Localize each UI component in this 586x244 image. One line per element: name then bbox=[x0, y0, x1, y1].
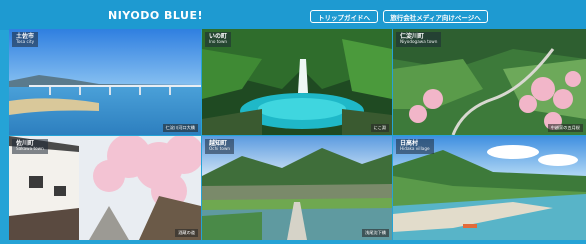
tile-label: いの町 Ino town bbox=[205, 32, 232, 47]
municipality-grid: 土佐市 Tosa city 仁淀川河口大橋 いの町 Ino town にこ淵 仁… bbox=[9, 29, 586, 240]
tile-label: 佐川町 Sakawa town bbox=[12, 139, 48, 154]
municipality-name-en: Ino town bbox=[209, 39, 228, 45]
municipality-name-en: Niyodogawa town bbox=[400, 39, 438, 45]
tile-niyodogawa-town[interactable]: 仁淀川町 Niyodogawa town 中越家の五月桜 bbox=[393, 29, 586, 135]
municipality-name-en: Hidaka village bbox=[400, 146, 430, 152]
municipality-name-en: Ochi town bbox=[209, 146, 231, 152]
tile-label: 日高村 Hidaka village bbox=[396, 139, 434, 154]
municipality-name-en: Sakawa town bbox=[16, 146, 44, 152]
spot-caption: 浅尾沈下橋 bbox=[362, 229, 389, 237]
site-header: NIYODO BLUE! トリップガイドへ 旅行会社メディア向けページへ bbox=[0, 0, 586, 30]
spot-caption: 仁淀川河口大橋 bbox=[162, 124, 198, 132]
spot-caption: にこ淵 bbox=[370, 124, 389, 132]
tile-label: 越知町 Ochi town bbox=[205, 139, 235, 154]
tile-label: 仁淀川町 Niyodogawa town bbox=[396, 32, 442, 47]
trip-guide-button[interactable]: トリップガイドへ bbox=[310, 10, 378, 23]
tile-label: 土佐市 Tosa city bbox=[12, 32, 39, 47]
tile-tosa-city[interactable]: 土佐市 Tosa city 仁淀川河口大橋 bbox=[9, 29, 201, 135]
tile-ochi-town[interactable]: 越知町 Ochi town 浅尾沈下橋 bbox=[202, 136, 392, 240]
municipality-name-en: Tosa city bbox=[16, 39, 35, 45]
site-title[interactable]: NIYODO BLUE! bbox=[108, 9, 203, 22]
tile-sakawa-town[interactable]: 佐川町 Sakawa town 酒蔵の道 bbox=[9, 136, 201, 240]
travel-agency-media-button[interactable]: 旅行会社メディア向けページへ bbox=[383, 10, 488, 23]
tile-ino-town[interactable]: いの町 Ino town にこ淵 bbox=[202, 29, 392, 135]
tile-hidaka-village[interactable]: 日高村 Hidaka village bbox=[393, 136, 586, 240]
spot-caption: 中越家の五月桜 bbox=[547, 124, 583, 132]
spot-caption: 酒蔵の道 bbox=[175, 229, 198, 237]
